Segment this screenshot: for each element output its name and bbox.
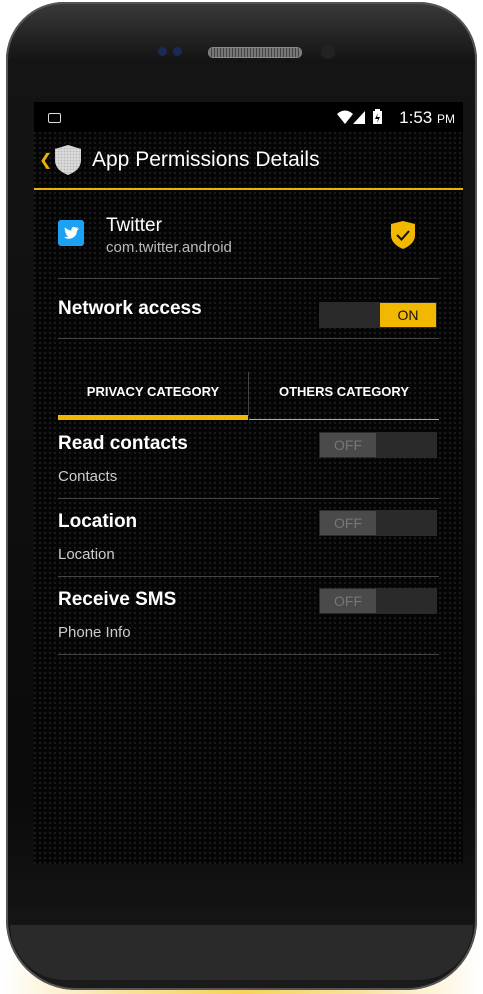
- tab-privacy-category[interactable]: PRIVACY CATEGORY: [58, 368, 248, 420]
- image-notification-icon: [48, 113, 61, 123]
- page-title: App Permissions Details: [92, 148, 320, 171]
- permission-row: Location Location OFF: [58, 498, 439, 577]
- permission-toggle[interactable]: OFF: [319, 588, 437, 614]
- permission-toggle[interactable]: OFF: [319, 432, 437, 458]
- app-name: Twitter: [106, 215, 162, 236]
- signal-icon: [353, 111, 365, 124]
- category-tabs: PRIVACY CATEGORY OTHERS CATEGORY: [58, 368, 439, 420]
- screen: 1:53 PM ❮ App Permissions Details Twitte…: [34, 102, 463, 864]
- camera-dot: [158, 47, 167, 56]
- tab-others-category[interactable]: OTHERS CATEGORY: [249, 368, 439, 420]
- permission-toggle[interactable]: OFF: [319, 510, 437, 536]
- shield-logo-icon[interactable]: [54, 144, 82, 176]
- permission-category: Contacts: [58, 468, 118, 485]
- back-chevron-icon[interactable]: ❮: [39, 150, 52, 170]
- app-info-row: Twitter com.twitter.android: [58, 204, 439, 279]
- toggle-state: OFF: [320, 589, 376, 613]
- toggle-state: ON: [380, 303, 436, 327]
- permission-category: Phone Info: [58, 624, 131, 641]
- network-access-toggle[interactable]: ON: [319, 302, 437, 328]
- status-icons: [337, 109, 382, 124]
- wifi-icon: [337, 110, 353, 124]
- action-bar: ❮ App Permissions Details: [34, 132, 463, 190]
- app-package: com.twitter.android: [106, 239, 232, 256]
- phone-chin: [10, 925, 473, 980]
- battery-icon: [373, 109, 382, 124]
- permission-row: Receive SMS Phone Info OFF: [58, 576, 439, 655]
- toggle-state: OFF: [320, 433, 376, 457]
- permission-name: Read contacts: [58, 433, 188, 454]
- network-access-label: Network access: [58, 298, 202, 319]
- network-access-row: Network access ON: [58, 278, 439, 339]
- twitter-icon: [58, 220, 84, 246]
- proximity-sensor: [321, 45, 335, 59]
- permission-category: Location: [58, 546, 115, 563]
- clock: 1:53 PM: [399, 108, 455, 127]
- permission-row: Read contacts Contacts OFF: [58, 420, 439, 499]
- earpiece-speaker: [208, 47, 302, 58]
- toggle-state: OFF: [320, 511, 376, 535]
- permission-name: Location: [58, 511, 138, 532]
- status-bar: 1:53 PM: [34, 102, 463, 132]
- permission-name: Receive SMS: [58, 589, 177, 610]
- shield-check-icon[interactable]: [390, 220, 416, 250]
- camera-dot: [173, 47, 182, 56]
